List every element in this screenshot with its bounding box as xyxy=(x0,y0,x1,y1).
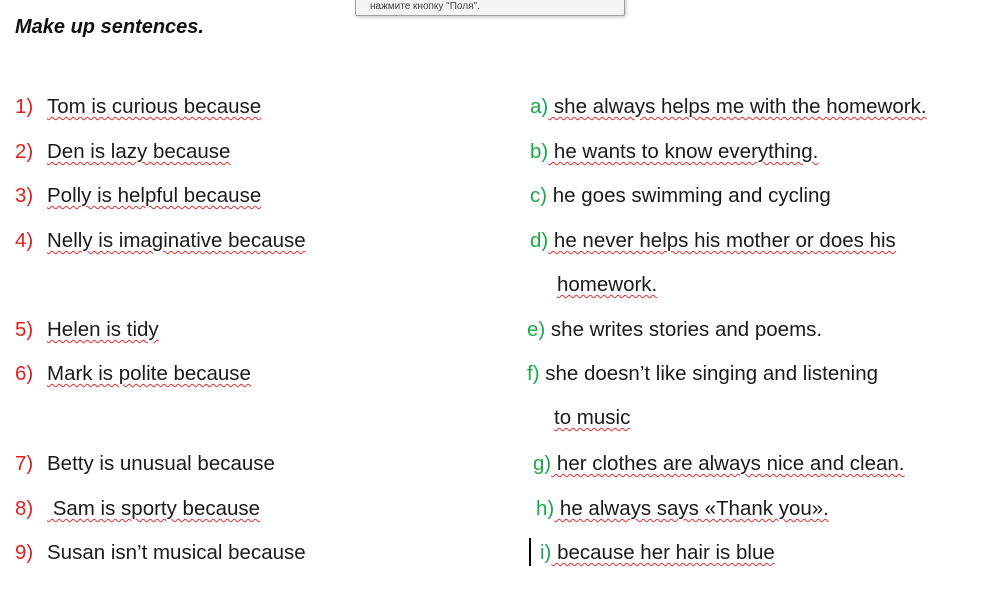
item-text: he always says «Thank you». xyxy=(554,497,829,520)
item-text: to music xyxy=(554,406,631,429)
item-text: she doesn’t like singing and listening xyxy=(539,362,879,385)
left-item-3: 3) Polly is helpful because xyxy=(15,183,261,209)
left-item-5: 5) Helen is tidy xyxy=(15,317,159,343)
item-number: 9) xyxy=(15,541,34,564)
left-item-4: 4) Nelly is imaginative because xyxy=(15,228,306,254)
item-text: he never helps his mother or does his xyxy=(548,229,896,252)
item-letter: b) xyxy=(530,140,549,163)
left-item-6: 6) Mark is polite because xyxy=(15,361,251,387)
item-text: Betty is unusual because xyxy=(47,452,275,475)
item-text: because her hair is blue xyxy=(551,541,775,564)
item-text: she writes stories and poems. xyxy=(545,318,823,341)
item-text: homework. xyxy=(557,273,658,296)
item-number: 1) xyxy=(15,95,34,118)
right-item-a: a) she always helps me with the homework… xyxy=(530,94,927,120)
item-text: Nelly is imaginative because xyxy=(47,229,306,252)
item-text: Den is lazy because xyxy=(47,140,231,163)
tooltip: нажмите кнопку "Поля". xyxy=(355,0,625,16)
right-item-b: b) he wants to know everything. xyxy=(530,139,818,165)
left-item-1: 1) Tom is curious because xyxy=(15,94,261,120)
item-text: Helen is tidy xyxy=(47,318,159,341)
right-item-c: c) he goes swimming and cycling xyxy=(530,183,831,209)
right-item-g: g) her clothes are always nice and clean… xyxy=(533,451,905,477)
item-text: he wants to know everything. xyxy=(548,140,819,163)
item-text: Mark is polite because xyxy=(47,362,251,385)
right-item-d: d) he never helps his mother or does his xyxy=(530,228,896,254)
item-letter: d) xyxy=(530,229,549,252)
item-letter: a) xyxy=(530,95,549,118)
item-text: Polly is helpful because xyxy=(47,184,262,207)
item-text: he goes swimming and cycling xyxy=(547,184,831,207)
item-letter: i) xyxy=(540,541,552,564)
right-item-f-continued: to music xyxy=(554,405,630,431)
right-item-e: e) she writes stories and poems. xyxy=(527,317,822,343)
item-letter: f) xyxy=(527,362,540,385)
item-number: 4) xyxy=(15,229,34,252)
item-number: 8) xyxy=(15,497,34,520)
item-text: Sam is sporty because xyxy=(47,497,261,520)
left-item-2: 2) Den is lazy because xyxy=(15,139,230,165)
item-number: 6) xyxy=(15,362,34,385)
item-text: Susan isn’t musical because xyxy=(47,541,306,564)
item-text: Tom is curious because xyxy=(47,95,262,118)
left-item-7: 7) Betty is unusual because xyxy=(15,451,275,477)
item-text: her clothes are always nice and clean. xyxy=(551,452,905,475)
left-item-8: 8) Sam is sporty because xyxy=(15,496,260,522)
item-text: she always helps me with the homework. xyxy=(548,95,927,118)
item-letter: e) xyxy=(527,318,546,341)
item-letter: c) xyxy=(530,184,548,207)
left-item-9: 9) Susan isn’t musical because xyxy=(15,540,306,566)
right-item-h: h) he always says «Thank you». xyxy=(536,496,829,522)
right-item-f: f) she doesn’t like singing and listenin… xyxy=(527,361,878,387)
item-number: 3) xyxy=(15,184,34,207)
right-item-d-continued: homework. xyxy=(557,272,657,298)
right-item-i: i) because her hair is blue xyxy=(540,540,775,566)
item-letter: h) xyxy=(536,497,555,520)
text-cursor xyxy=(529,538,531,566)
item-number: 2) xyxy=(15,140,34,163)
item-number: 5) xyxy=(15,318,34,341)
exercise-title: Make up sentences. xyxy=(15,16,204,38)
item-letter: g) xyxy=(533,452,552,475)
item-number: 7) xyxy=(15,452,34,475)
